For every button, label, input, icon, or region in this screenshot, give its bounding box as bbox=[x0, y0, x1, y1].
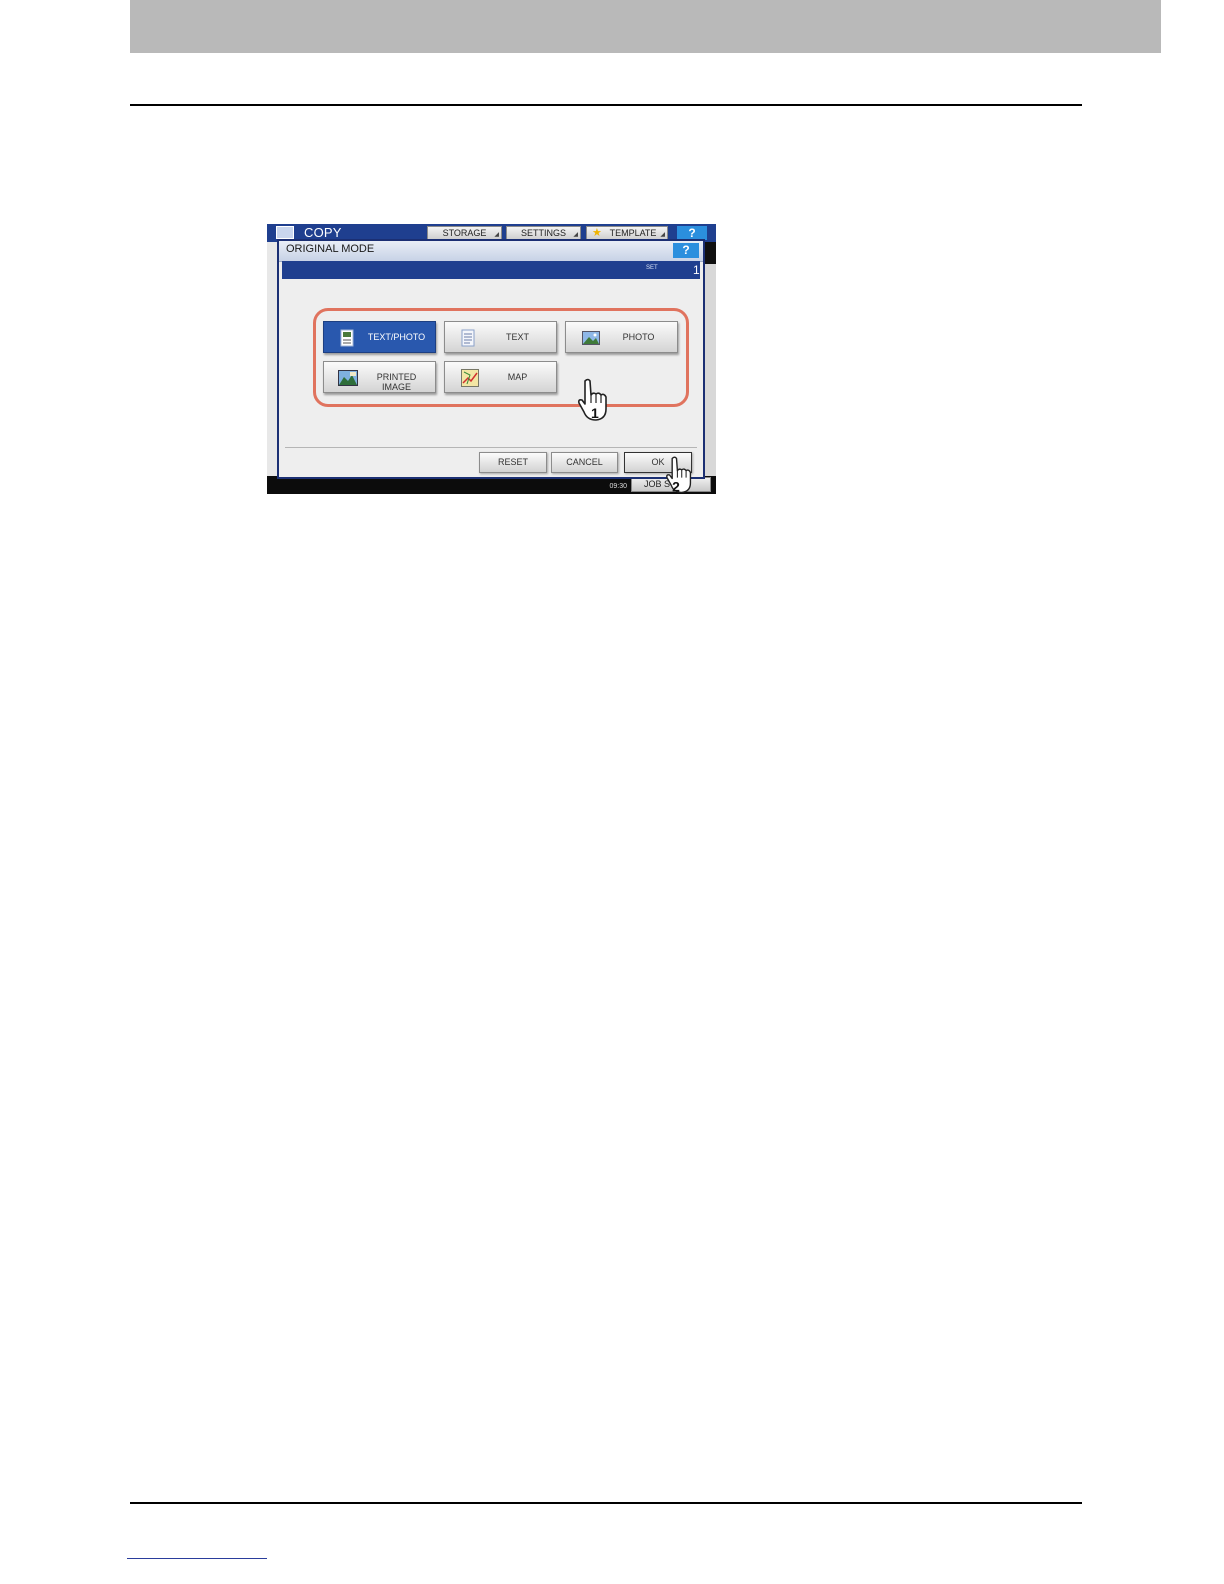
text-photo-icon bbox=[340, 329, 354, 347]
mode-label: PRINTED IMAGE bbox=[376, 372, 417, 392]
pointing-hand-icon: 2 bbox=[666, 456, 692, 494]
tab-settings-label: SETTINGS bbox=[520, 228, 566, 238]
mode-label: TEXT bbox=[505, 332, 529, 342]
text-document-icon bbox=[461, 329, 475, 347]
dropdown-arrow-icon: ◢ bbox=[573, 232, 578, 238]
mode-label: MAP bbox=[507, 372, 528, 382]
cancel-button[interactable]: CANCEL bbox=[551, 452, 618, 473]
set-value: 1 bbox=[693, 263, 700, 277]
help-button[interactable]: ? bbox=[677, 226, 707, 240]
dialog-title: ORIGINAL MODE bbox=[286, 243, 375, 255]
set-count-bar: SET 1 bbox=[282, 261, 700, 279]
original-mode-dialog: ORIGINAL MODE ? SET 1 TEXT/PHOTO TEXT PH… bbox=[277, 239, 705, 479]
copy-icon bbox=[276, 226, 294, 239]
dropdown-arrow-icon: ◢ bbox=[660, 232, 665, 238]
header-rule bbox=[130, 104, 1082, 106]
dropdown-arrow-icon: ◢ bbox=[494, 232, 499, 238]
mode-button-text[interactable]: TEXT bbox=[444, 321, 557, 353]
copier-screenshot: COPY STORAGE ◢ SETTINGS ◢ ★ TEMPLATE ◢ ? 09:… bbox=[267, 224, 716, 494]
tab-storage[interactable]: STORAGE ◢ bbox=[427, 226, 502, 240]
tab-template[interactable]: ★ TEMPLATE ◢ bbox=[586, 226, 668, 240]
mode-label: PHOTO bbox=[622, 332, 655, 342]
page-header-band bbox=[130, 0, 1161, 53]
star-icon: ★ bbox=[592, 227, 602, 239]
map-icon bbox=[461, 369, 479, 387]
tab-storage-label: STORAGE bbox=[442, 228, 487, 238]
clock: 09:30 bbox=[609, 483, 627, 490]
printed-image-icon bbox=[338, 370, 358, 386]
app-title: COPY bbox=[304, 225, 342, 240]
step-1-number: 1 bbox=[591, 405, 599, 421]
mode-button-text-photo[interactable]: TEXT/PHOTO bbox=[323, 321, 436, 353]
mode-button-map[interactable]: MAP bbox=[444, 361, 557, 393]
dialog-help-button[interactable]: ? bbox=[673, 243, 699, 258]
footer-rule bbox=[130, 1502, 1082, 1504]
mode-button-photo[interactable]: PHOTO bbox=[565, 321, 678, 353]
pointing-hand-icon: 1 bbox=[578, 378, 607, 421]
tab-template-label: TEMPLATE bbox=[609, 228, 657, 238]
mode-label: TEXT/PHOTO bbox=[367, 332, 426, 342]
photo-icon bbox=[582, 331, 600, 345]
footer-link-underline[interactable] bbox=[127, 1558, 267, 1559]
tab-settings[interactable]: SETTINGS ◢ bbox=[506, 226, 581, 240]
mode-button-printed-image[interactable]: PRINTED IMAGE bbox=[323, 361, 436, 393]
step-2-number: 2 bbox=[672, 479, 680, 494]
reset-button[interactable]: RESET bbox=[479, 452, 547, 473]
set-label: SET bbox=[646, 265, 658, 271]
dialog-title-bar: ORIGINAL MODE ? bbox=[279, 241, 703, 262]
dialog-divider bbox=[285, 447, 697, 448]
